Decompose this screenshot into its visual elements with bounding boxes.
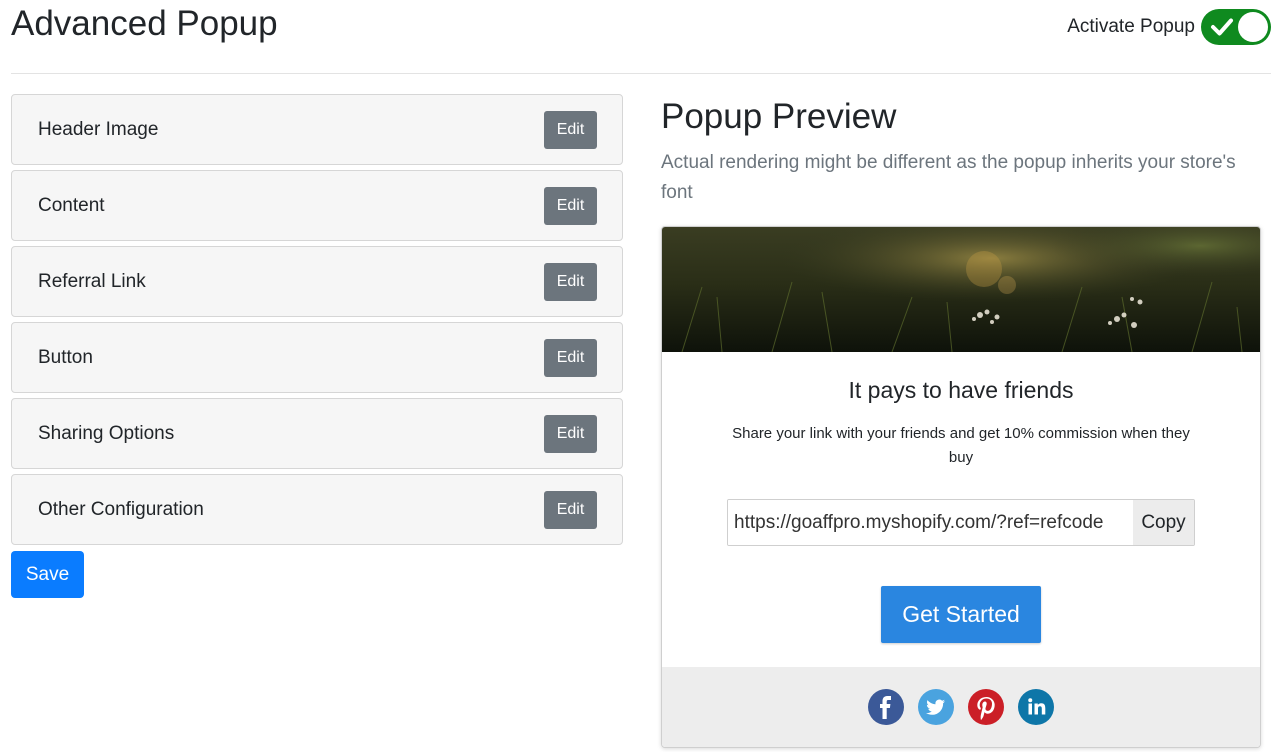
referral-link-input[interactable] [728, 500, 1133, 545]
section-sharing-options: Sharing Options Edit [11, 398, 623, 469]
save-button[interactable]: Save [11, 551, 84, 598]
edit-referral-link-button[interactable]: Edit [544, 262, 597, 301]
page-title: Advanced Popup [11, 4, 278, 43]
copy-button[interactable]: Copy [1133, 500, 1194, 545]
edit-other-configuration-button[interactable]: Edit [544, 490, 597, 529]
twitter-icon[interactable] [918, 689, 954, 725]
edit-sharing-options-button[interactable]: Edit [544, 414, 597, 453]
section-label: Content [38, 194, 105, 216]
section-header-image: Header Image Edit [11, 94, 623, 165]
section-label: Referral Link [38, 270, 146, 292]
popup-heading: It pays to have friends [848, 377, 1074, 403]
edit-content-button[interactable]: Edit [544, 186, 597, 225]
popup-preview: It pays to have friends Share your link … [661, 226, 1261, 748]
edit-button-button[interactable]: Edit [544, 338, 597, 377]
sharing-footer [662, 667, 1260, 747]
get-started-button[interactable]: Get Started [881, 586, 1041, 643]
preview-subtitle: Actual rendering might be different as t… [661, 152, 1236, 203]
edit-header-image-button[interactable]: Edit [544, 110, 597, 149]
section-label: Button [38, 346, 93, 368]
section-other-configuration: Other Configuration Edit [11, 474, 623, 545]
settings-sections: Header Image Edit Content Edit Referral … [11, 94, 623, 550]
header-image [662, 227, 1260, 352]
activate-popup-control: Activate Popup [1067, 9, 1271, 45]
linkedin-icon[interactable] [1018, 689, 1054, 725]
activate-popup-toggle[interactable] [1201, 9, 1271, 45]
pinterest-icon[interactable] [968, 689, 1004, 725]
referral-link-group: Copy [727, 499, 1195, 546]
section-button: Button Edit [11, 322, 623, 393]
facebook-icon[interactable] [868, 689, 904, 725]
section-label: Sharing Options [38, 422, 175, 444]
section-label: Header Image [38, 118, 159, 140]
preview-title: Popup Preview [661, 97, 897, 136]
popup-description: Share your link with your friends and ge… [732, 425, 1190, 466]
section-content: Content Edit [11, 170, 623, 241]
activate-popup-label: Activate Popup [1067, 16, 1195, 37]
toggle-knob [1238, 12, 1268, 42]
checkmark-icon [1211, 18, 1233, 36]
header-divider [11, 73, 1271, 74]
section-referral-link: Referral Link Edit [11, 246, 623, 317]
section-label: Other Configuration [38, 498, 204, 520]
